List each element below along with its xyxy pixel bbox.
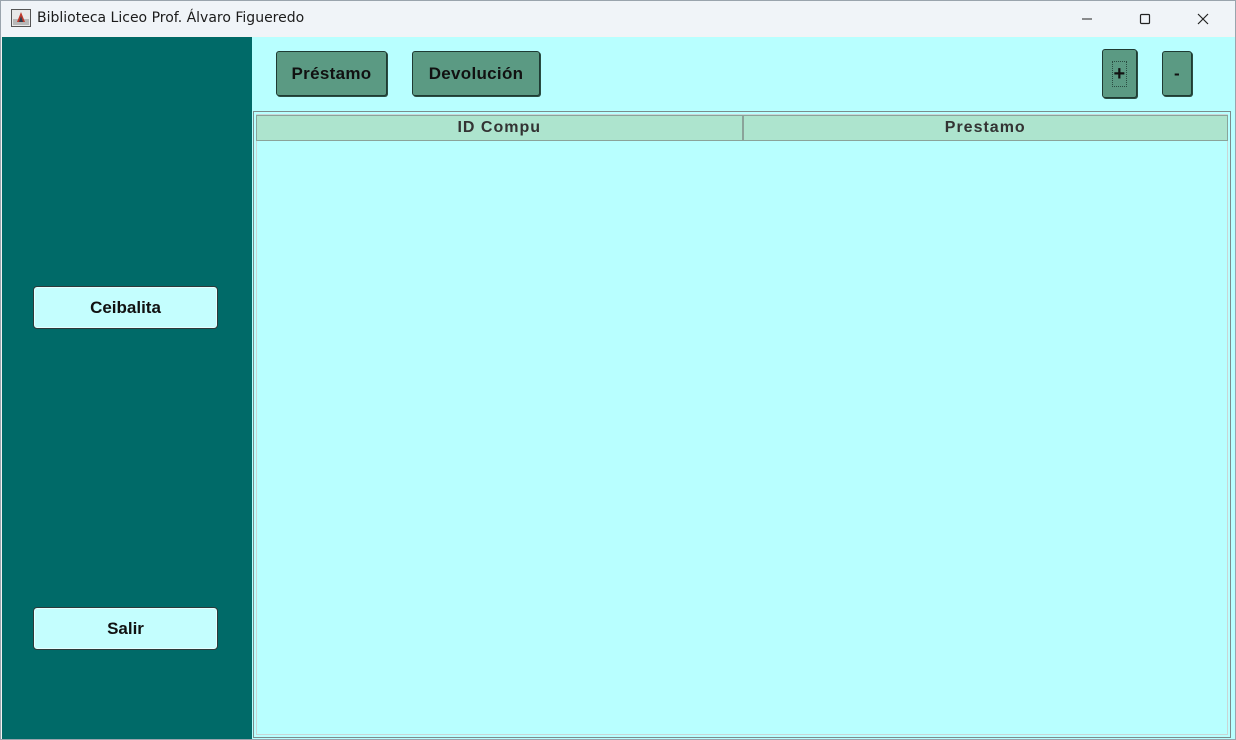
add-button[interactable]: + [1102,49,1137,98]
add-button-label: + [1111,60,1128,87]
loans-table-scrollpane[interactable]: ID Compu Prestamo [253,111,1231,738]
maximize-icon [1139,13,1151,25]
close-icon [1197,13,1209,25]
prestamo-button[interactable]: Préstamo [276,51,387,96]
ceibalita-button[interactable]: Ceibalita [33,286,218,329]
minimize-icon [1081,13,1093,25]
title-bar[interactable]: Biblioteca Liceo Prof. Álvaro Figueredo [1,1,1235,36]
window-title: Biblioteca Liceo Prof. Álvaro Figueredo [37,10,305,26]
app-window: Biblioteca Liceo Prof. Álvaro Figueredo … [0,0,1236,740]
maximize-button[interactable] [1116,1,1174,36]
close-button[interactable] [1174,1,1232,36]
remove-button[interactable]: - [1162,51,1192,96]
column-header-id-compu[interactable]: ID Compu [256,115,743,141]
column-header-prestamo[interactable]: Prestamo [742,115,1228,141]
salir-button[interactable]: Salir [33,607,218,650]
devolucion-button[interactable]: Devolución [412,51,540,96]
table-inner-border [256,114,1228,735]
minimize-button[interactable] [1058,1,1116,36]
sidebar: Ceibalita Salir [2,37,252,739]
table-header: ID Compu Prestamo [256,115,1228,141]
main-content: Préstamo Devolución + - ID Compu Prestam… [252,37,1235,739]
java-app-icon [11,9,31,27]
